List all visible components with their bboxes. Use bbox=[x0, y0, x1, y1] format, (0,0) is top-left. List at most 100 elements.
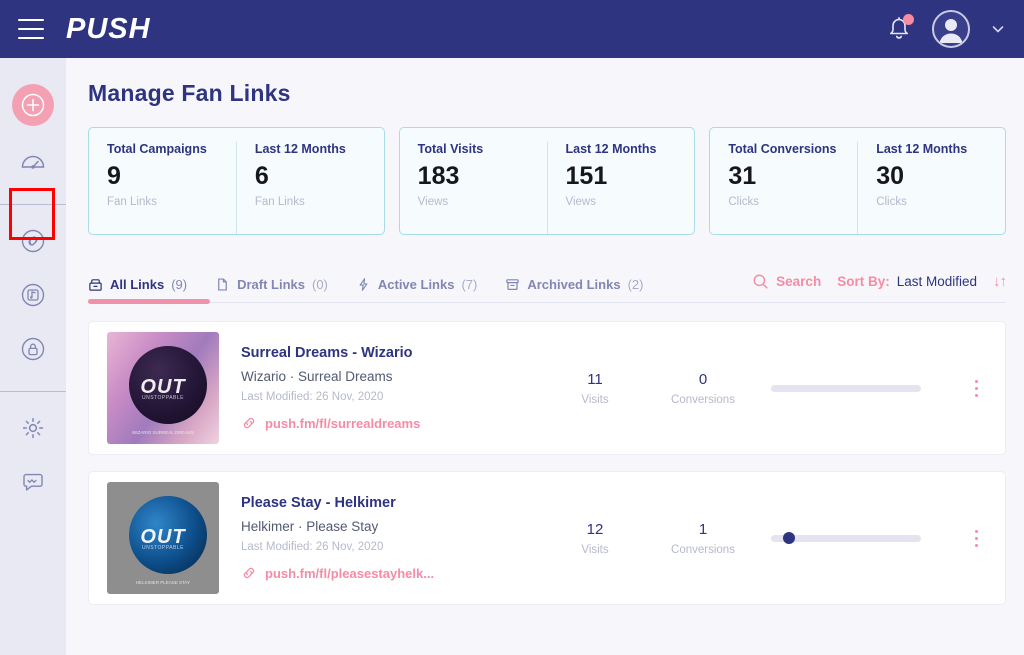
tab-count: (0) bbox=[311, 277, 328, 292]
tab-draft-links[interactable]: Draft Links (0) bbox=[215, 277, 328, 292]
list-item-meta: Helkimer · Please Stay bbox=[241, 519, 379, 534]
avatar[interactable] bbox=[932, 10, 970, 48]
artwork-footer: WIZARIO SURREAL DREAMS bbox=[131, 430, 195, 436]
page-title: Manage Fan Links bbox=[88, 80, 291, 106]
stat-sub: Views bbox=[417, 195, 449, 208]
list-item-date: Last Modified: 26 Nov, 2020 bbox=[241, 541, 384, 553]
stat-sub: Clicks bbox=[876, 195, 907, 208]
progress-indicator-dot bbox=[783, 532, 795, 544]
magnifier-icon bbox=[753, 274, 768, 289]
main-content: Manage Fan Links Total Campaigns 9 Fan L… bbox=[66, 58, 1024, 655]
sidebar-item-dashboard[interactable] bbox=[11, 140, 55, 184]
summary-stat-cards: Total Campaigns 9 Fan Links Last 12 Mont… bbox=[88, 127, 1007, 235]
list-item-meta: Wizario · Surreal Dreams bbox=[241, 369, 393, 384]
sidebar-item-locked-content[interactable] bbox=[11, 327, 55, 371]
sidebar-item-settings[interactable] bbox=[11, 406, 55, 450]
sort-direction-icon[interactable]: ↓↑ bbox=[993, 273, 1007, 290]
stat-card-visits: Total Visits 183 Views Last 12 Months 15… bbox=[398, 127, 696, 235]
stat-label: Total Visits bbox=[417, 142, 484, 156]
list-item-url[interactable]: push.fm/fl/surrealdreams bbox=[241, 415, 541, 431]
artwork-subtext: UNSTOPPABLE bbox=[142, 545, 184, 551]
stat-label: Last 12 Months bbox=[876, 142, 968, 156]
create-new-button[interactable] bbox=[12, 84, 54, 126]
stat-sub: Views bbox=[565, 195, 596, 208]
tab-label: Draft Links bbox=[237, 277, 305, 292]
tab-count: (2) bbox=[627, 277, 644, 292]
tab-archived-links[interactable]: Archived Links (2) bbox=[505, 277, 643, 292]
list-item-title[interactable]: Surreal Dreams - Wizario bbox=[241, 345, 541, 361]
list-item-info: Surreal Dreams - Wizario Wizario · Surre… bbox=[241, 345, 541, 431]
stat-total-campaigns: Total Campaigns 9 Fan Links bbox=[89, 142, 236, 234]
chat-bubble-icon bbox=[23, 473, 43, 491]
list-item-date: Last Modified: 26 Nov, 2020 bbox=[241, 391, 384, 403]
stat-visits-last-12-months: Last 12 Months 151 Views bbox=[546, 142, 695, 234]
hamburger-menu-icon[interactable] bbox=[18, 19, 44, 39]
sort-by-value: Last Modified bbox=[896, 274, 977, 289]
sidebar-item-support-chat[interactable] bbox=[11, 460, 55, 504]
list-item[interactable]: OUT UNSTOPPABLE WIZARIO SURREAL DREAMS S… bbox=[88, 321, 1006, 455]
list-item[interactable]: OUT UNSTOPPABLE HELKIMER PLEASE STAY Ple… bbox=[88, 471, 1006, 605]
tab-all-links[interactable]: All Links (9) bbox=[88, 277, 187, 292]
sort-by-control[interactable]: Sort By: Last Modified bbox=[837, 274, 977, 289]
album-artwork: OUT UNSTOPPABLE WIZARIO SURREAL DREAMS bbox=[107, 332, 219, 444]
visits-label: Visits bbox=[581, 393, 609, 406]
stat-sub: Fan Links bbox=[254, 195, 305, 208]
list-item-visits: 11 Visits bbox=[541, 371, 649, 406]
sort-by-label: Sort By: bbox=[837, 274, 890, 289]
list-toolbar: Search Sort By: Last Modified ↓↑ bbox=[752, 273, 1007, 302]
list-item-title[interactable]: Please Stay - Helkimer bbox=[241, 495, 541, 511]
visits-value: 11 bbox=[587, 370, 603, 388]
search-button[interactable]: Search bbox=[752, 273, 821, 290]
speedometer-icon bbox=[21, 155, 45, 169]
stat-value: 6 bbox=[254, 162, 269, 190]
conversion-progress bbox=[771, 532, 921, 544]
sidebar-item-music[interactable] bbox=[11, 273, 55, 317]
stat-label: Last 12 Months bbox=[565, 142, 657, 156]
conversion-progress bbox=[771, 384, 921, 392]
tab-label: Active Links bbox=[377, 277, 455, 292]
conversions-label: Conversions bbox=[671, 543, 735, 556]
artwork-footer: HELKIMER PLEASE STAY bbox=[135, 580, 191, 586]
progress-track bbox=[771, 384, 921, 392]
top-header-bar: PUSH bbox=[0, 0, 1024, 58]
stat-sub: Clicks bbox=[728, 195, 760, 208]
stat-total-visits: Total Visits 183 Views bbox=[400, 142, 547, 234]
stat-card-conversions: Total Conversions 31 Clicks Last 12 Mont… bbox=[709, 127, 1007, 235]
notification-badge-dot bbox=[903, 14, 914, 25]
sidebar-divider-1 bbox=[0, 204, 66, 205]
list-item-url[interactable]: push.fm/fl/pleasestayhelk... bbox=[241, 565, 541, 581]
link-chain-icon bbox=[21, 229, 45, 253]
row-actions-menu-button[interactable] bbox=[963, 373, 989, 403]
list-item-conversions: 1 Conversions bbox=[649, 521, 757, 556]
tab-count: (7) bbox=[461, 277, 478, 292]
list-item-visits: 12 Visits bbox=[541, 521, 649, 556]
chevron-down-icon[interactable] bbox=[990, 21, 1006, 37]
conversions-value: 1 bbox=[698, 520, 708, 538]
stat-label: Total Conversions bbox=[728, 142, 837, 156]
stat-value: 9 bbox=[107, 162, 121, 190]
progress-track bbox=[771, 532, 921, 544]
tab-active-links[interactable]: Active Links (7) bbox=[356, 277, 477, 292]
brand-logo[interactable]: PUSH bbox=[66, 13, 151, 46]
tab-label: Archived Links bbox=[527, 277, 621, 292]
notifications-button[interactable] bbox=[886, 14, 914, 43]
stat-label: Last 12 Months bbox=[254, 142, 346, 156]
artwork-subtext: UNSTOPPABLE bbox=[142, 395, 184, 401]
active-tab-indicator bbox=[88, 299, 210, 304]
archive-box-icon bbox=[506, 279, 520, 290]
list-item-url-text: push.fm/fl/surrealdreams bbox=[265, 415, 421, 431]
document-icon bbox=[218, 278, 227, 291]
fan-links-list: OUT UNSTOPPABLE WIZARIO SURREAL DREAMS S… bbox=[88, 321, 1006, 605]
row-actions-menu-button[interactable] bbox=[963, 523, 989, 553]
stat-value: 183 bbox=[417, 162, 460, 190]
list-item-url-text: push.fm/fl/pleasestayhelk... bbox=[265, 565, 435, 581]
visits-label: Visits bbox=[581, 543, 609, 556]
user-avatar-icon bbox=[939, 19, 963, 43]
sidebar-item-fan-links[interactable] bbox=[11, 219, 55, 263]
stat-value: 30 bbox=[876, 162, 904, 190]
stat-sub: Fan Links bbox=[107, 195, 157, 208]
tab-label: All Links bbox=[110, 277, 165, 292]
conversions-label: Conversions bbox=[671, 393, 735, 406]
stat-card-campaigns: Total Campaigns 9 Fan Links Last 12 Mont… bbox=[88, 127, 385, 235]
header-actions bbox=[886, 10, 1006, 48]
